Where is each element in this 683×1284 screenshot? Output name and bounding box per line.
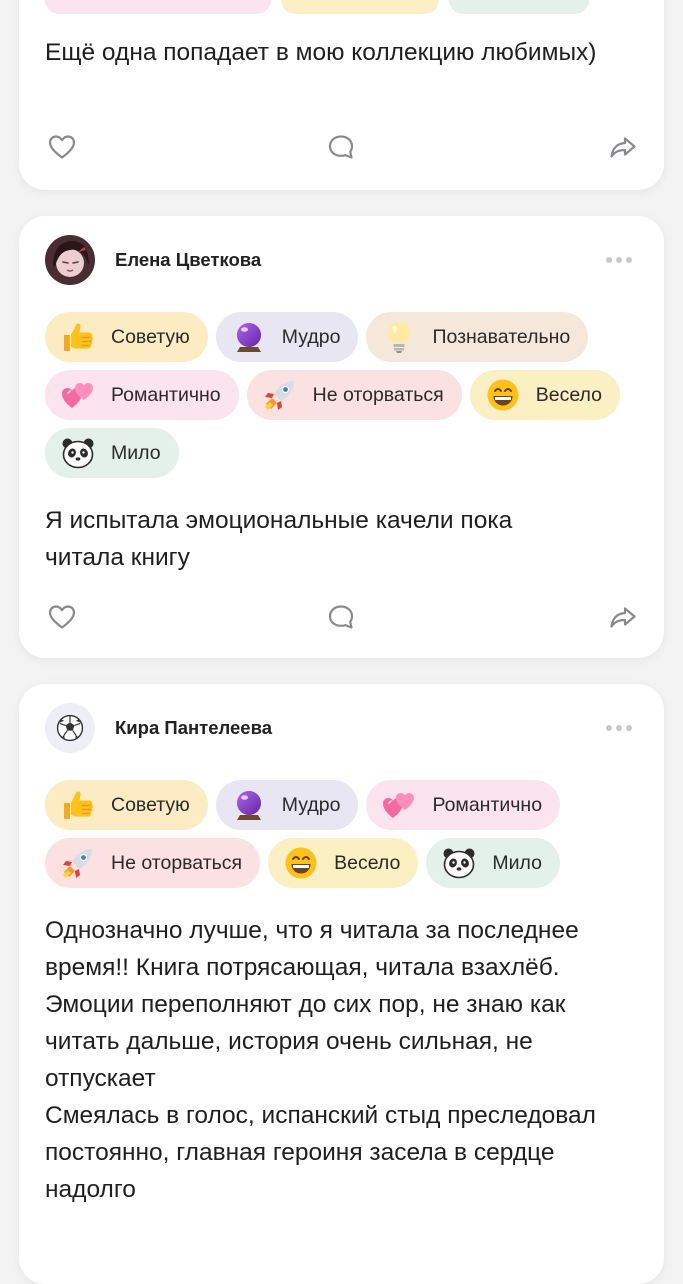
dot-icon bbox=[616, 257, 622, 263]
crystal-ball-icon bbox=[230, 786, 268, 824]
tag-chip[interactable]: Познавательно bbox=[366, 312, 589, 362]
share-icon bbox=[608, 132, 638, 162]
more-options-button[interactable] bbox=[602, 250, 636, 270]
tag-chip[interactable]: Романтично bbox=[366, 780, 561, 830]
crystal-ball-icon bbox=[230, 318, 268, 356]
tag-chip[interactable]: Мило bbox=[45, 428, 179, 478]
tag-label: Советую bbox=[111, 325, 190, 348]
tag-label: Мудро bbox=[281, 325, 341, 348]
review-author: Елена Цветкова bbox=[45, 235, 638, 285]
tag-chip[interactable]: Советую bbox=[45, 780, 208, 830]
grinning-face-icon bbox=[484, 376, 522, 414]
light-bulb-icon bbox=[380, 318, 418, 356]
tag-chip[interactable]: Не оторваться bbox=[246, 370, 462, 420]
avatar[interactable] bbox=[45, 235, 95, 285]
like-button[interactable] bbox=[45, 130, 79, 164]
author-name[interactable]: Кира Пантелеева bbox=[115, 717, 272, 739]
two-hearts-icon bbox=[59, 376, 97, 414]
dot-icon bbox=[626, 725, 632, 731]
tag-chip[interactable]: Мудро bbox=[215, 312, 359, 362]
avatar[interactable] bbox=[45, 703, 95, 753]
tag-chip[interactable]: Мудро bbox=[215, 780, 359, 830]
review-actions bbox=[45, 130, 640, 164]
tag-label: Романтично bbox=[111, 383, 221, 406]
rocket-icon bbox=[59, 844, 97, 882]
comment-icon bbox=[326, 132, 356, 162]
review-card: Кира Пантелеева Советую Мудро Романтично… bbox=[19, 684, 664, 1284]
tag-label: Мило bbox=[492, 851, 542, 874]
tag-chip[interactable]: Весело bbox=[268, 838, 419, 888]
tag-chip[interactable]: Советую bbox=[45, 312, 208, 362]
dot-icon bbox=[616, 725, 622, 731]
tag-chip[interactable]: Мило bbox=[426, 838, 560, 888]
share-button[interactable] bbox=[606, 130, 640, 164]
thumbs-up-icon bbox=[59, 318, 97, 356]
tag-label: Познавательно bbox=[432, 325, 571, 348]
tag-label: Весело bbox=[535, 383, 602, 406]
tag-list: Советую Мудро Романтично Не оторваться В… bbox=[45, 780, 644, 888]
review-card: Ещё одна попадает в мою коллекцию любимы… bbox=[19, 0, 664, 190]
tag-label: Мило bbox=[111, 441, 161, 464]
panda-icon bbox=[440, 844, 478, 882]
more-options-button[interactable] bbox=[602, 718, 636, 738]
tag-list: Советую Мудро Познавательно Романтично Н… bbox=[45, 312, 644, 478]
dot-icon bbox=[606, 725, 612, 731]
tag-label: Советую bbox=[111, 793, 190, 816]
share-button[interactable] bbox=[606, 600, 640, 634]
comment-button[interactable] bbox=[324, 130, 358, 164]
review-actions bbox=[45, 600, 640, 634]
rocket-icon bbox=[261, 376, 299, 414]
dot-icon bbox=[626, 257, 632, 263]
comment-button[interactable] bbox=[324, 600, 358, 634]
grinning-face-icon bbox=[282, 844, 320, 882]
tag-chip[interactable]: Романтично bbox=[45, 370, 239, 420]
tag-label: Мудро bbox=[281, 793, 341, 816]
review-text: Ещё одна попадает в мою коллекцию любимы… bbox=[45, 39, 597, 66]
dot-icon bbox=[606, 257, 612, 263]
review-text: Я испытала эмоциональные качели пока чит… bbox=[45, 507, 513, 571]
tag-label: Романтично bbox=[432, 793, 543, 816]
tag-chip[interactable]: Весело bbox=[469, 370, 620, 420]
soccer-ball-icon bbox=[54, 712, 86, 744]
review-author: Кира Пантелеева bbox=[45, 703, 638, 753]
photo-avatar bbox=[45, 235, 95, 285]
two-hearts-icon bbox=[380, 786, 418, 824]
heart-icon bbox=[47, 602, 77, 632]
tag-chip[interactable] bbox=[45, 0, 271, 14]
share-icon bbox=[608, 602, 638, 632]
review-card: Елена Цветкова Советую Мудро Познаватель… bbox=[19, 216, 664, 658]
tag-chip[interactable] bbox=[449, 0, 589, 14]
like-button[interactable] bbox=[45, 600, 79, 634]
thumbs-up-icon bbox=[59, 786, 97, 824]
tag-label: Не оторваться bbox=[312, 383, 444, 406]
comment-icon bbox=[326, 602, 356, 632]
tag-chip[interactable] bbox=[281, 0, 439, 14]
panda-icon bbox=[59, 434, 97, 472]
author-name[interactable]: Елена Цветкова bbox=[115, 249, 261, 271]
tag-label: Весело bbox=[334, 851, 401, 874]
tag-label: Не оторваться bbox=[111, 851, 243, 874]
review-text: Однозначно лучше, что я читала за послед… bbox=[45, 917, 596, 1203]
heart-icon bbox=[47, 132, 77, 162]
tag-chip[interactable]: Не оторваться bbox=[45, 838, 261, 888]
